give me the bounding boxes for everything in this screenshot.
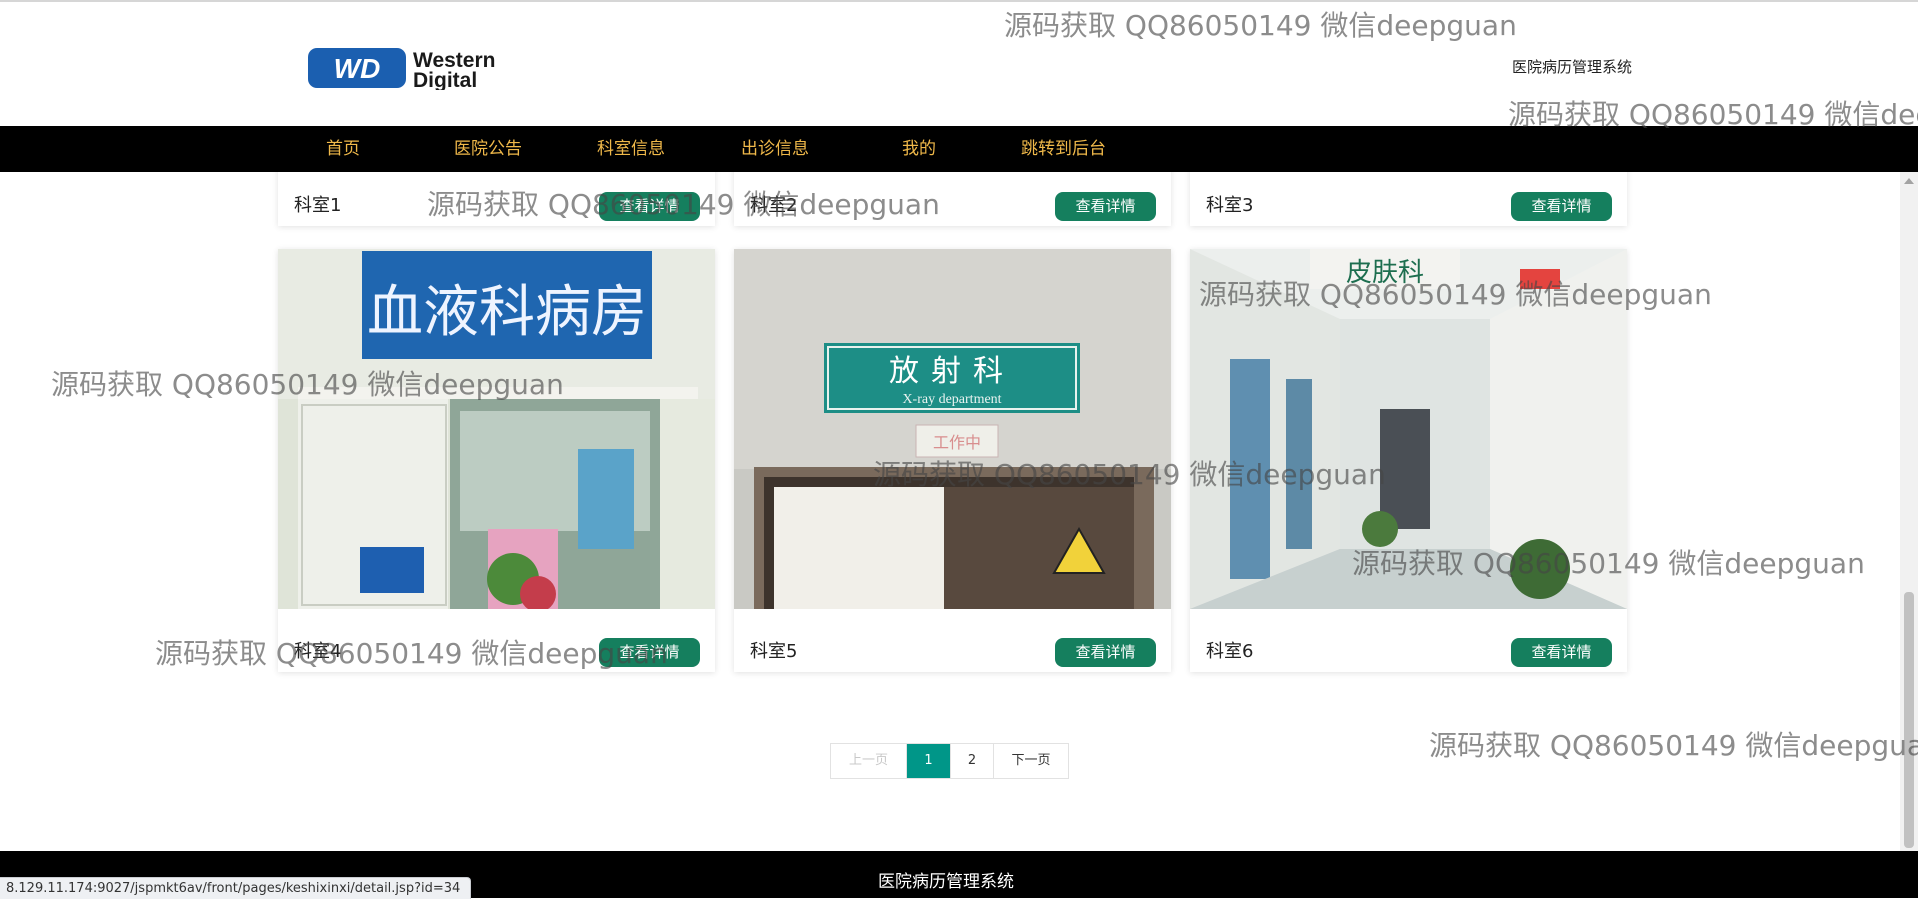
view-details-button[interactable]: 查看详情 — [1055, 192, 1156, 221]
nav-mine[interactable]: 我的 — [902, 126, 936, 172]
department-card[interactable]: 皮肤科 科室6 查看详情 — [1190, 249, 1627, 672]
department-photo[interactable]: 放射科 X-ray department 工作中 — [734, 249, 1171, 609]
department-card[interactable]: 科室3 查看详情 — [1190, 172, 1627, 226]
page-2-button[interactable]: 2 — [951, 744, 994, 778]
department-name: 科室2 — [750, 195, 798, 216]
department-name: 科室3 — [1206, 195, 1254, 216]
svg-text:放射科: 放射科 — [889, 354, 1015, 389]
svg-text:X-ray department: X-ray department — [902, 392, 1001, 407]
department-name: 科室6 — [1206, 641, 1254, 662]
nav-clinic-schedule[interactable]: 出诊信息 — [741, 126, 809, 172]
department-photo[interactable]: 血液科病房 — [278, 249, 715, 609]
department-photo[interactable]: 皮肤科 — [1190, 249, 1627, 609]
view-details-button[interactable]: 查看详情 — [599, 638, 700, 667]
site-title: 医院病历管理系统 — [1512, 58, 1633, 76]
department-card[interactable]: 放射科 X-ray department 工作中 科室5 查看详情 — [734, 249, 1171, 672]
view-details-button[interactable]: 查看详情 — [1511, 638, 1612, 667]
svg-text:血液科病房: 血液科病房 — [367, 280, 647, 345]
page-scrollbar[interactable] — [1900, 172, 1918, 851]
department-name: 科室1 — [294, 195, 342, 216]
page-1-button[interactable]: 1 — [907, 744, 951, 778]
department-card[interactable]: 科室1 查看详情 — [278, 172, 715, 226]
svg-text:Digital: Digital — [413, 69, 477, 90]
view-details-button[interactable]: 查看详情 — [599, 192, 700, 221]
department-name: 科室5 — [750, 641, 798, 662]
status-bar-url: 8.129.11.174:9027/jspmkt6av/front/pages/… — [0, 877, 472, 899]
nav-departments[interactable]: 科室信息 — [597, 126, 665, 172]
department-name: 科室4 — [294, 641, 342, 662]
scroll-up-arrow-icon[interactable] — [1904, 178, 1914, 184]
view-details-button[interactable]: 查看详情 — [1055, 638, 1156, 667]
pagination: 上一页 1 2 下一页 — [830, 743, 1069, 779]
scrollbar-thumb[interactable] — [1904, 592, 1914, 848]
next-page-button[interactable]: 下一页 — [994, 744, 1068, 778]
prev-page-button[interactable]: 上一页 — [831, 744, 907, 778]
main-nav: 首页 医院公告 科室信息 出诊信息 我的 跳转到后台 — [0, 126, 1918, 172]
site-header: WD Western Digital 医院病历管理系统 — [0, 2, 1918, 126]
svg-text:工作中: 工作中 — [933, 433, 981, 452]
nav-admin-link[interactable]: 跳转到后台 — [1021, 126, 1106, 172]
nav-announcements[interactable]: 医院公告 — [454, 126, 522, 172]
western-digital-logo[interactable]: WD Western Digital — [307, 46, 521, 92]
department-card[interactable]: 血液科病房 科室4 查看详情 — [278, 249, 715, 672]
footer-title: 医院病历管理系统 — [878, 872, 1014, 892]
svg-text:皮肤科: 皮肤科 — [1346, 258, 1424, 288]
svg-text:WD: WD — [334, 53, 381, 84]
nav-home[interactable]: 首页 — [326, 126, 360, 172]
view-details-button[interactable]: 查看详情 — [1511, 192, 1612, 221]
department-card[interactable]: 科室2 查看详情 — [734, 172, 1171, 226]
